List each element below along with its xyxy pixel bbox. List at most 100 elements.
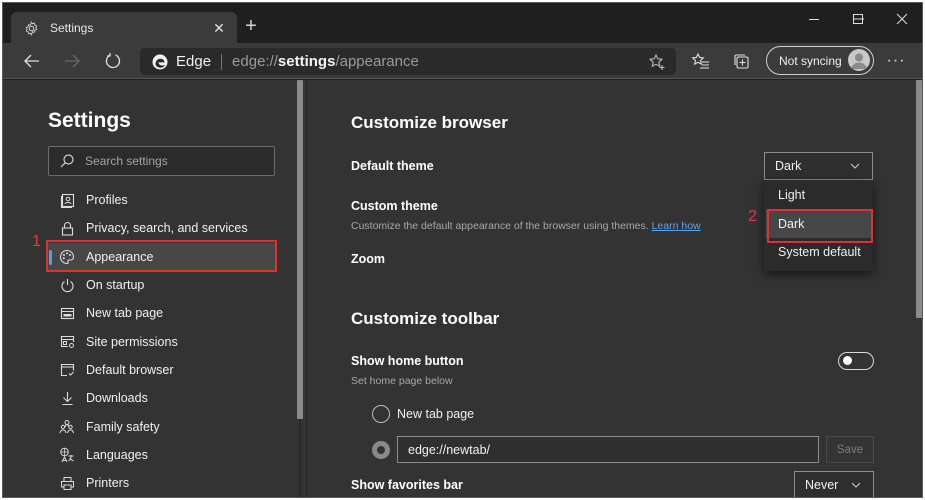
radio-new-tab-page[interactable]	[372, 405, 390, 423]
radio-custom-url[interactable]	[372, 441, 390, 459]
theme-option-system-default[interactable]: System default	[764, 238, 873, 267]
url-prefix: edge://	[232, 53, 278, 70]
minimize-button-area[interactable]	[800, 7, 828, 31]
sidebar-item-label: Downloads	[86, 391, 148, 406]
show-favorites-bar-label: Show favorites bar	[351, 478, 463, 492]
profile-sync-button[interactable]: Not syncing	[766, 46, 874, 75]
section-title-customize-browser: Customize browser	[351, 113, 508, 132]
sidebar-item-languages[interactable]: Languages	[46, 441, 277, 469]
site-permissions-icon	[59, 334, 75, 350]
theme-option-dark[interactable]: Dark	[766, 209, 871, 238]
home-url-input[interactable]: edge://newtab/	[397, 436, 819, 463]
page-title: Settings	[48, 109, 131, 132]
sidebar-item-appearance[interactable]: Appearance	[46, 242, 277, 271]
gear-icon	[23, 20, 39, 36]
languages-icon	[59, 447, 75, 463]
url-bold: settings	[277, 53, 336, 70]
new-tab-page-icon	[59, 305, 75, 321]
sidebar-item-family-safety[interactable]: Family safety	[46, 412, 277, 440]
more-options-button[interactable]: ···	[885, 51, 907, 71]
favorites-icon	[690, 52, 709, 69]
tab-title: Settings	[50, 21, 94, 35]
favorites-bar-select[interactable]: Never	[794, 471, 874, 497]
browser-name: Edge	[176, 53, 212, 70]
lock-icon	[59, 220, 75, 236]
browser-toolbar: Edge edge://settings/appearance Not sync…	[3, 43, 922, 79]
settings-main: Customize browser Default theme Dark Cus…	[308, 80, 922, 497]
custom-theme-description-text: Customize the default appearance of the …	[351, 220, 649, 232]
search-icon	[60, 154, 74, 168]
theme-option-light[interactable]: Light	[764, 181, 873, 210]
close-icon	[896, 13, 908, 25]
sidebar-item-label: Languages	[86, 447, 148, 462]
new-tab-button[interactable]: +	[241, 15, 261, 37]
show-home-button-toggle[interactable]	[838, 352, 874, 370]
sidebar-item-label: Default browser	[86, 362, 174, 377]
sidebar-item-privacy[interactable]: Privacy, search, and services	[46, 214, 277, 242]
close-window-button[interactable]	[888, 7, 916, 31]
sidebar-item-site-permissions[interactable]: Site permissions	[46, 327, 277, 355]
sync-status-label: Not syncing	[779, 53, 842, 68]
maximize-icon	[853, 14, 863, 24]
printer-icon	[59, 475, 75, 491]
sidebar-item-label: On startup	[86, 278, 145, 293]
radio-new-tab-page-label: New tab page	[397, 407, 475, 421]
sidebar-item-on-startup[interactable]: On startup	[46, 271, 277, 299]
collections-button[interactable]	[731, 51, 751, 71]
edge-logo-icon	[152, 54, 168, 69]
save-button[interactable]: Save	[826, 436, 874, 463]
address-separator	[221, 53, 223, 70]
settings-content: Settings Search settings Profiles Privac…	[3, 80, 922, 497]
section-title-customize-toolbar: Customize toolbar	[351, 309, 500, 328]
refresh-button[interactable]	[101, 49, 125, 73]
address-bar[interactable]: Edge edge://settings/appearance	[140, 48, 676, 75]
favorites-button[interactable]	[690, 51, 710, 71]
add-favorite-icon[interactable]	[648, 53, 666, 71]
search-placeholder: Search settings	[85, 154, 168, 168]
custom-theme-label: Custom theme	[351, 199, 438, 213]
main-scrollbar-thumb[interactable]	[916, 80, 922, 318]
power-icon	[59, 277, 75, 293]
sidebar-item-label: Family safety	[86, 419, 160, 434]
palette-icon	[59, 249, 75, 265]
default-theme-label: Default theme	[351, 159, 434, 173]
family-icon	[59, 419, 75, 435]
avatar	[848, 49, 870, 71]
search-settings-input[interactable]: Search settings	[48, 146, 275, 176]
default-theme-value: Dark	[775, 159, 802, 173]
tab-settings[interactable]: Settings ✕	[11, 12, 237, 44]
zoom-label: Zoom	[351, 252, 386, 266]
sidebar-item-printers[interactable]: Printers	[46, 469, 277, 497]
sidebar-item-downloads[interactable]: Downloads	[46, 384, 277, 412]
chevron-down-icon	[851, 482, 861, 488]
back-button[interactable]	[20, 49, 44, 73]
sidebar-item-profiles[interactable]: Profiles	[46, 186, 277, 214]
sidebar-item-label: New tab page	[86, 306, 164, 321]
custom-theme-description: Customize the default appearance of the …	[351, 220, 701, 232]
sidebar-scrollbar-thumb[interactable]	[297, 80, 303, 419]
collections-icon	[733, 53, 749, 69]
sidebar-item-default-browser[interactable]: Default browser	[46, 356, 277, 384]
url-text: edge://settings/appearance	[232, 53, 419, 70]
tab-close-icon[interactable]: ✕	[211, 20, 227, 36]
refresh-icon	[105, 53, 121, 69]
sidebar-item-label: Appearance	[86, 249, 154, 264]
learn-how-link[interactable]: Learn how	[652, 220, 701, 232]
sidebar-item-new-tab-page[interactable]: New tab page	[46, 299, 277, 327]
user-avatar-icon	[851, 53, 867, 69]
arrow-right-icon	[65, 54, 80, 68]
url-suffix: /appearance	[335, 53, 419, 70]
minimize-icon	[809, 19, 819, 20]
browser-window: Settings ✕ + Edge edge://settings/appear…	[2, 2, 923, 498]
sidebar-item-label: Printers	[86, 476, 130, 491]
arrow-left-icon	[24, 54, 39, 68]
toggle-knob	[843, 356, 852, 365]
forward-button[interactable]	[60, 49, 84, 73]
profile-icon	[59, 192, 75, 208]
sidebar-item-label: Profiles	[86, 193, 128, 208]
favorites-bar-value: Never	[805, 478, 839, 492]
title-bar: Settings ✕ +	[3, 3, 922, 44]
default-theme-select[interactable]: Dark	[764, 152, 873, 180]
maximize-button[interactable]	[844, 7, 872, 31]
default-theme-dropdown: Light Dark System default	[764, 181, 873, 271]
